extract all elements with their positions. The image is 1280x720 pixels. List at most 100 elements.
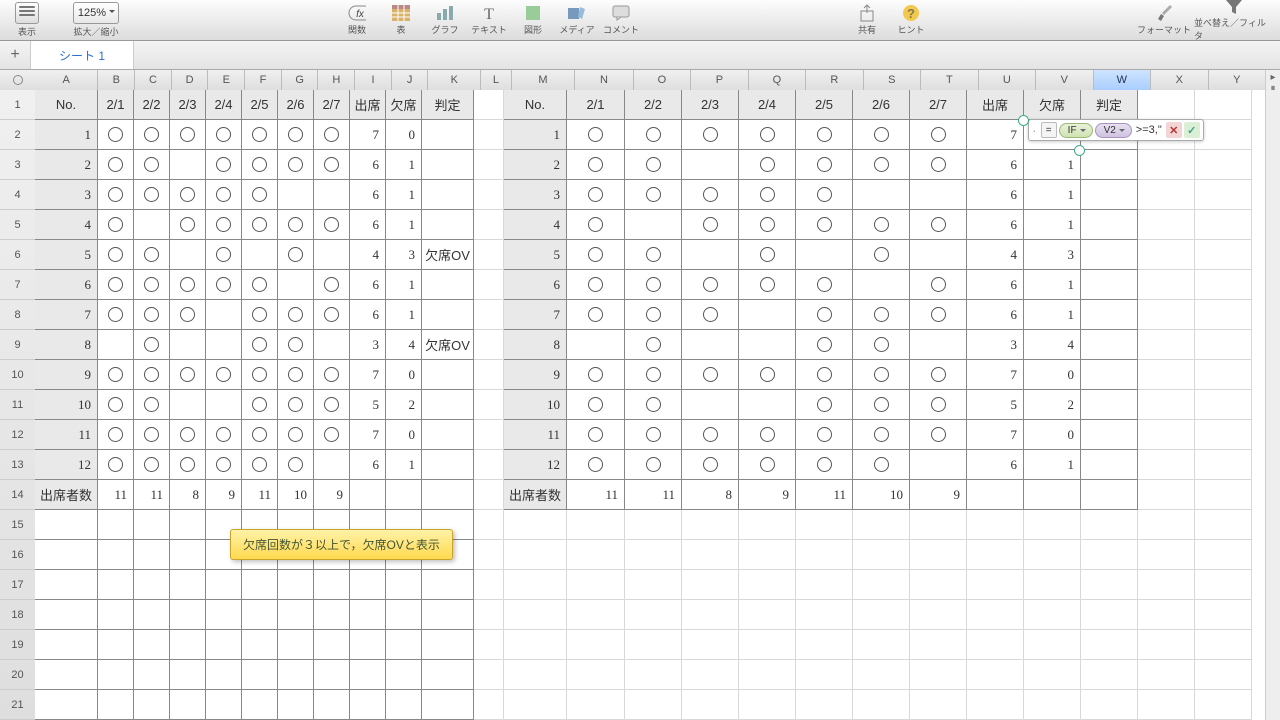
- cell[interactable]: [739, 540, 796, 570]
- cell[interactable]: [474, 420, 504, 450]
- attendance-cell[interactable]: [739, 450, 796, 480]
- cell[interactable]: [350, 600, 386, 630]
- attendee-total[interactable]: 8: [170, 480, 206, 510]
- cell[interactable]: [1195, 420, 1252, 450]
- attendance-cell[interactable]: [739, 300, 796, 330]
- attendance-cell[interactable]: [910, 270, 967, 300]
- cell[interactable]: [474, 600, 504, 630]
- column-header[interactable]: S: [864, 70, 921, 90]
- attendance-cell[interactable]: [278, 210, 314, 240]
- attendance-cell[interactable]: [853, 420, 910, 450]
- cell[interactable]: [1195, 390, 1252, 420]
- attendee-total[interactable]: 10: [278, 480, 314, 510]
- judgment-cell[interactable]: [1081, 450, 1138, 480]
- cell[interactable]: [682, 510, 739, 540]
- cell[interactable]: [206, 600, 242, 630]
- cell[interactable]: [1081, 630, 1138, 660]
- cell[interactable]: [567, 510, 625, 540]
- attendance-cell[interactable]: [682, 270, 739, 300]
- cell[interactable]: [206, 690, 242, 720]
- absent-count[interactable]: 1: [386, 300, 422, 330]
- formula-editor[interactable]: · = IF V2 >=3," ✕ ✓: [1028, 119, 1204, 141]
- cell[interactable]: [1024, 480, 1081, 510]
- attendance-cell[interactable]: [170, 390, 206, 420]
- attendance-cell[interactable]: [242, 240, 278, 270]
- column-header[interactable]: K: [428, 70, 481, 90]
- row-header[interactable]: 15: [0, 510, 35, 540]
- cell[interactable]: [350, 660, 386, 690]
- formula-tail[interactable]: >=3,": [1134, 124, 1164, 136]
- selection-handle-br[interactable]: [1074, 145, 1085, 156]
- cell[interactable]: [278, 600, 314, 630]
- cell[interactable]: [682, 570, 739, 600]
- table-header[interactable]: 2/4: [739, 90, 796, 120]
- attend-count[interactable]: 7: [350, 360, 386, 390]
- cell[interactable]: [474, 120, 504, 150]
- cell[interactable]: [739, 600, 796, 630]
- cell[interactable]: [242, 690, 278, 720]
- attendance-cell[interactable]: [98, 180, 134, 210]
- attendance-cell[interactable]: [134, 210, 170, 240]
- attendance-cell[interactable]: [206, 450, 242, 480]
- attendee-total[interactable]: 11: [796, 480, 853, 510]
- cell[interactable]: [1195, 660, 1252, 690]
- hint-button[interactable]: ?ヒント: [890, 1, 932, 39]
- attendee-total[interactable]: 10: [853, 480, 910, 510]
- row-no[interactable]: 1: [504, 120, 567, 150]
- attend-count[interactable]: 6: [967, 210, 1024, 240]
- attendance-cell[interactable]: [853, 360, 910, 390]
- attendee-total[interactable]: 11: [134, 480, 170, 510]
- row-no[interactable]: 8: [504, 330, 567, 360]
- row-no[interactable]: 12: [504, 450, 567, 480]
- attendance-cell[interactable]: [98, 390, 134, 420]
- attendance-cell[interactable]: [910, 120, 967, 150]
- attendance-cell[interactable]: [796, 270, 853, 300]
- cell[interactable]: [739, 690, 796, 720]
- attendance-cell[interactable]: [134, 180, 170, 210]
- table-button[interactable]: 表: [380, 1, 422, 39]
- attendance-cell[interactable]: [314, 360, 350, 390]
- attendance-cell[interactable]: [206, 270, 242, 300]
- cell[interactable]: [170, 630, 206, 660]
- table-header[interactable]: 2/7: [910, 90, 967, 120]
- attendance-cell[interactable]: [242, 150, 278, 180]
- cell[interactable]: [796, 600, 853, 630]
- cell[interactable]: [1195, 510, 1252, 540]
- absent-count[interactable]: 2: [1024, 390, 1081, 420]
- cell[interactable]: [1195, 270, 1252, 300]
- row-header[interactable]: 3: [0, 150, 35, 180]
- judgment-cell[interactable]: [1081, 150, 1138, 180]
- cell[interactable]: [314, 660, 350, 690]
- cell[interactable]: [504, 570, 567, 600]
- attendance-cell[interactable]: [242, 120, 278, 150]
- attendance-cell[interactable]: [170, 210, 206, 240]
- cell[interactable]: [474, 330, 504, 360]
- attendance-cell[interactable]: [170, 420, 206, 450]
- cell[interactable]: [1081, 480, 1138, 510]
- attend-count[interactable]: 7: [967, 120, 1024, 150]
- row-header[interactable]: 19: [0, 630, 35, 660]
- table-header[interactable]: 2/5: [796, 90, 853, 120]
- cell[interactable]: [967, 540, 1024, 570]
- absent-count[interactable]: 1: [1024, 450, 1081, 480]
- attendance-cell[interactable]: [206, 240, 242, 270]
- cell[interactable]: [1138, 90, 1195, 120]
- cell[interactable]: [853, 510, 910, 540]
- row-no[interactable]: 7: [504, 300, 567, 330]
- row-header[interactable]: 8: [0, 300, 35, 330]
- cell[interactable]: [967, 630, 1024, 660]
- cell[interactable]: [1138, 300, 1195, 330]
- cell[interactable]: [1138, 540, 1195, 570]
- row-no[interactable]: 10: [504, 390, 567, 420]
- attendance-cell[interactable]: [910, 180, 967, 210]
- cell[interactable]: [1138, 690, 1195, 720]
- sort-filter-button[interactable]: 並べ替え／フィルタ: [1194, 1, 1274, 39]
- cell[interactable]: [422, 480, 474, 510]
- cell[interactable]: [35, 600, 98, 630]
- row-no[interactable]: 3: [35, 180, 98, 210]
- cell[interactable]: [853, 570, 910, 600]
- cell[interactable]: [1138, 180, 1195, 210]
- cell[interactable]: [1138, 450, 1195, 480]
- attendance-cell[interactable]: [134, 360, 170, 390]
- cell[interactable]: [1138, 480, 1195, 510]
